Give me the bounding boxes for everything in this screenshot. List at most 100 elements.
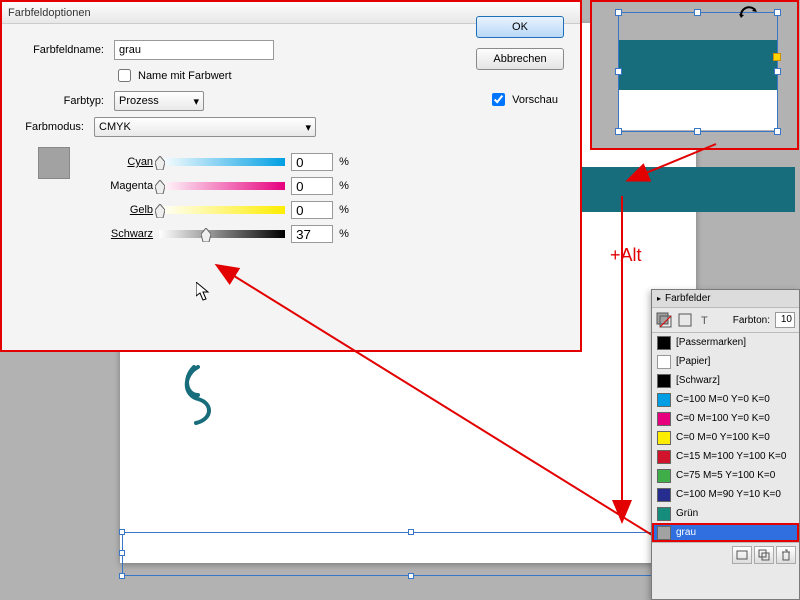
tint-label: Farbton: — [733, 315, 770, 326]
resize-handle[interactable] — [774, 9, 781, 16]
swatch-name: [Passermarken] — [676, 337, 794, 348]
resize-handle[interactable] — [408, 529, 414, 535]
preview-inset — [590, 0, 799, 150]
resize-handle[interactable] — [774, 68, 781, 75]
cursor-icon — [196, 282, 212, 305]
swatch-options-dialog: Farbfeldoptionen Farbfeldname: Name mit … — [0, 0, 582, 352]
swatch-chip — [657, 526, 671, 540]
selection-frame-bottom[interactable] — [122, 532, 702, 576]
swatch-row[interactable]: [Passermarken] — [652, 333, 799, 352]
swatch-chip — [657, 469, 671, 483]
ok-button[interactable]: OK — [476, 16, 564, 38]
swatches-panel: ▸ Farbfelder T Farbton: 10 [Passermarken… — [651, 289, 800, 600]
pct: % — [339, 156, 353, 168]
swatch-name: C=75 M=5 Y=100 K=0 — [676, 470, 794, 481]
checkbox-name-with-value-box[interactable] — [118, 69, 131, 82]
resize-handle[interactable] — [119, 573, 125, 579]
label-magenta: Magenta — [91, 180, 153, 192]
dropdown-value: CMYK — [99, 121, 131, 133]
chevron-right-icon: ▸ — [657, 294, 661, 303]
swatch-chip — [657, 412, 671, 426]
resize-handle[interactable] — [615, 128, 622, 135]
resize-handle[interactable] — [694, 128, 701, 135]
label-colormode: Farbmodus: — [14, 121, 88, 133]
control-point[interactable] — [773, 53, 781, 61]
rotate-cursor-icon — [737, 2, 759, 24]
tint-value[interactable]: 10 — [775, 312, 795, 328]
swatch-chip — [657, 355, 671, 369]
input-black[interactable] — [291, 225, 333, 243]
swatch-row[interactable]: C=0 M=0 Y=100 K=0 — [652, 428, 799, 447]
swatch-row[interactable]: C=100 M=90 Y=10 K=0 — [652, 485, 799, 504]
swatch-name: grau — [676, 527, 794, 538]
object-icon[interactable] — [677, 312, 693, 328]
resize-handle[interactable] — [774, 128, 781, 135]
pct: % — [339, 204, 353, 216]
swatch-name: C=15 M=100 Y=100 K=0 — [676, 451, 794, 462]
swatch-row[interactable]: [Schwarz] — [652, 371, 799, 390]
swatch-row[interactable]: C=100 M=0 Y=0 K=0 — [652, 390, 799, 409]
preview-selection-frame[interactable] — [618, 12, 778, 132]
label-name: Farbfeldname: — [14, 44, 108, 56]
swatch-name: C=100 M=0 Y=0 K=0 — [676, 394, 794, 405]
swatch-chip — [657, 488, 671, 502]
fill-icon[interactable] — [656, 312, 672, 328]
swatch-row[interactable]: C=0 M=100 Y=0 K=0 — [652, 409, 799, 428]
annotation-alt: +Alt — [610, 245, 642, 266]
swatch-name: [Schwarz] — [676, 375, 794, 386]
text-icon[interactable]: T — [698, 312, 714, 328]
checkbox-label: Name mit Farbwert — [138, 70, 232, 82]
input-magenta[interactable] — [291, 177, 333, 195]
trash-button[interactable] — [776, 546, 796, 564]
swatch-row[interactable]: Grün — [652, 504, 799, 523]
panel-header[interactable]: ▸ Farbfelder — [652, 290, 799, 308]
swatch-chip — [657, 450, 671, 464]
checkbox-label: Vorschau — [512, 94, 558, 106]
swatch-chip — [657, 393, 671, 407]
checkbox-preview[interactable]: Vorschau — [488, 90, 558, 109]
new-swatch2-button[interactable] — [754, 546, 774, 564]
swatch-chip — [657, 507, 671, 521]
swatch-name: [Papier] — [676, 356, 794, 367]
label-yellow: Gelb — [91, 204, 153, 216]
dropdown-colortype[interactable]: Prozess ▾ — [114, 91, 204, 111]
resize-handle[interactable] — [615, 68, 622, 75]
color-preview-swatch — [38, 147, 70, 179]
swatch-row[interactable]: grau — [652, 523, 799, 542]
swatch-row[interactable]: C=15 M=100 Y=100 K=0 — [652, 447, 799, 466]
resize-handle[interactable] — [615, 9, 622, 16]
checkbox-preview-box[interactable] — [492, 93, 505, 106]
swatch-name: C=100 M=90 Y=10 K=0 — [676, 489, 794, 500]
slider-yellow[interactable] — [159, 206, 285, 214]
new-swatch-button[interactable] — [732, 546, 752, 564]
chevron-down-icon: ▾ — [193, 95, 199, 108]
resize-handle[interactable] — [119, 529, 125, 535]
dropdown-colormode[interactable]: CMYK ▾ — [94, 117, 316, 137]
input-cyan[interactable] — [291, 153, 333, 171]
slider-magenta[interactable] — [159, 182, 285, 190]
swatch-name: C=0 M=100 Y=0 K=0 — [676, 413, 794, 424]
slider-black[interactable] — [159, 230, 285, 238]
slider-cyan[interactable] — [159, 158, 285, 166]
input-yellow[interactable] — [291, 201, 333, 219]
swatch-row[interactable]: [Papier] — [652, 352, 799, 371]
chevron-down-icon: ▾ — [305, 121, 311, 134]
swatch-list[interactable]: [Passermarken] [Papier] [Schwarz] C=100 M=0… — [652, 332, 799, 543]
swatch-chip — [657, 336, 671, 350]
cancel-button[interactable]: Abbrechen — [476, 48, 564, 70]
swatch-name: Grün — [676, 508, 794, 519]
swatch-name: C=0 M=0 Y=100 K=0 — [676, 432, 794, 443]
resize-handle[interactable] — [119, 550, 125, 556]
label-black: Schwarz — [91, 228, 153, 240]
label-colortype: Farbtyp: — [14, 95, 108, 107]
pct: % — [339, 180, 353, 192]
resize-handle[interactable] — [408, 573, 414, 579]
resize-handle[interactable] — [694, 9, 701, 16]
swatch-row[interactable]: C=75 M=5 Y=100 K=0 — [652, 466, 799, 485]
logo-swirl — [175, 365, 221, 425]
dropdown-value: Prozess — [119, 95, 159, 107]
swatch-name-input[interactable] — [114, 40, 274, 60]
swatch-chip — [657, 431, 671, 445]
pct: % — [339, 228, 353, 240]
shape-teal — [570, 167, 795, 212]
